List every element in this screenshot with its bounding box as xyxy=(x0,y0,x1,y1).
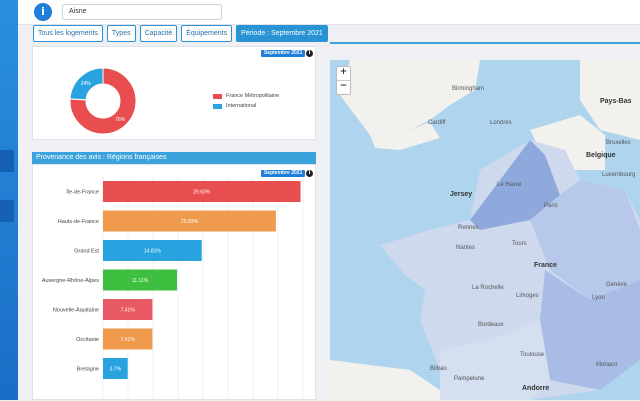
category-label: Nouvelle-Aquitaine xyxy=(53,308,99,314)
map-label-jersey: Jersey xyxy=(450,191,473,198)
map-label-bilbao: Bilbao xyxy=(430,366,447,372)
map-label-bordeaux: Bordeaux xyxy=(478,322,504,328)
pie-slice-label: 24% xyxy=(81,81,92,87)
map-label-la-rochelle: La Rochelle xyxy=(472,285,504,291)
map-label-luxembourg: Luxembourg xyxy=(602,172,636,178)
tab-period[interactable]: Période : Septembre 2021 xyxy=(236,25,328,42)
map-label-toulouse: Toulouse xyxy=(520,352,545,358)
category-label: Bretagne xyxy=(77,367,99,373)
map-label-belgique: Belgique xyxy=(586,152,616,159)
map-label-lyon: Lyon xyxy=(592,295,605,301)
map-label-andorre: Andorre xyxy=(522,385,550,392)
legend-label: France Métropolitaine xyxy=(226,93,280,99)
map-label-nantes: Nantes xyxy=(456,245,476,251)
map-label-france: France xyxy=(534,262,557,269)
bar-value-label: 11.11% xyxy=(132,278,149,284)
map-label-birmingham: Birmingham xyxy=(452,86,485,92)
map-zoom-control: + − xyxy=(336,66,351,95)
tab-equipment[interactable]: Équipements xyxy=(181,25,233,42)
panel-title: Provenance des avis : Régions françaises xyxy=(32,152,316,164)
map-label-limoges: Limoges xyxy=(516,293,539,299)
category-label: Occitanie xyxy=(76,337,99,343)
filter-tabs: Tous les logements Types Capacité Équipe… xyxy=(33,25,328,43)
legend-swatch xyxy=(213,93,222,99)
department-input[interactable]: Aisne xyxy=(62,4,222,20)
category-label: Grand Est xyxy=(74,249,99,255)
map-label-cardiff: Cardiff xyxy=(428,120,446,126)
map-label-geneve: Genève xyxy=(606,282,628,288)
map-label-pays-bas: Pays-Bas xyxy=(600,98,632,105)
zoom-out-button[interactable]: − xyxy=(337,80,350,94)
map-label-le-havre: Le Havre xyxy=(497,182,522,188)
category-label: Auvergne-Rhône-Alpes xyxy=(42,278,99,284)
bar-value-label: 14.81% xyxy=(144,249,162,255)
map-label-pampelune: Pampelune xyxy=(454,376,485,382)
regions-panel: Septembre 2021 i Île-de-France 29.63% Haut… xyxy=(32,164,316,401)
france-map[interactable]: Birmingham Cardiff Londres Pays-Bas Brux… xyxy=(330,60,640,400)
regions-bar-chart: Île-de-France 29.63% Hauts-de-France 25.93%… xyxy=(42,177,304,401)
map-label-monaco: Monaco xyxy=(596,362,618,368)
legend-label: International xyxy=(226,103,257,109)
tab-capacity[interactable]: Capacité xyxy=(139,25,178,42)
zoom-in-button[interactable]: + xyxy=(337,67,350,80)
map-label-londres: Londres xyxy=(490,120,512,126)
sidebar-item[interactable] xyxy=(0,150,14,172)
bar-value-label: 3.7% xyxy=(110,367,122,373)
bar-value-label: 25.93% xyxy=(181,219,199,225)
pie-slice-label: 76% xyxy=(115,117,126,123)
tab-all-housing[interactable]: Tous les logements xyxy=(33,25,103,42)
map-shapes xyxy=(330,60,640,400)
legend-item: International xyxy=(213,103,256,109)
bar-value-label: 7.41% xyxy=(121,308,136,314)
map-label-tours: Tours xyxy=(512,241,527,247)
sidebar-item[interactable] xyxy=(0,200,14,222)
tab-types[interactable]: Types xyxy=(106,25,136,42)
bar-value-label: 29.63% xyxy=(193,190,211,196)
category-label: Île-de-France xyxy=(65,189,99,196)
category-label: Hauts-de-France xyxy=(58,219,99,225)
legend-item: France Métropolitaine xyxy=(213,93,279,99)
origin-panel: Septembre 2021 i 76% 24% France Métropoli… xyxy=(32,46,316,140)
legend-swatch xyxy=(213,103,222,109)
header-divider xyxy=(330,42,640,44)
bar-value-label: 7.41% xyxy=(121,337,136,343)
map-label-bruxelles: Bruxelles xyxy=(606,140,631,146)
left-sidebar xyxy=(0,0,18,400)
map-label-paris: Paris xyxy=(544,203,558,209)
map-label-rennes: Rennes xyxy=(458,225,479,231)
info-icon[interactable]: i xyxy=(34,3,52,21)
